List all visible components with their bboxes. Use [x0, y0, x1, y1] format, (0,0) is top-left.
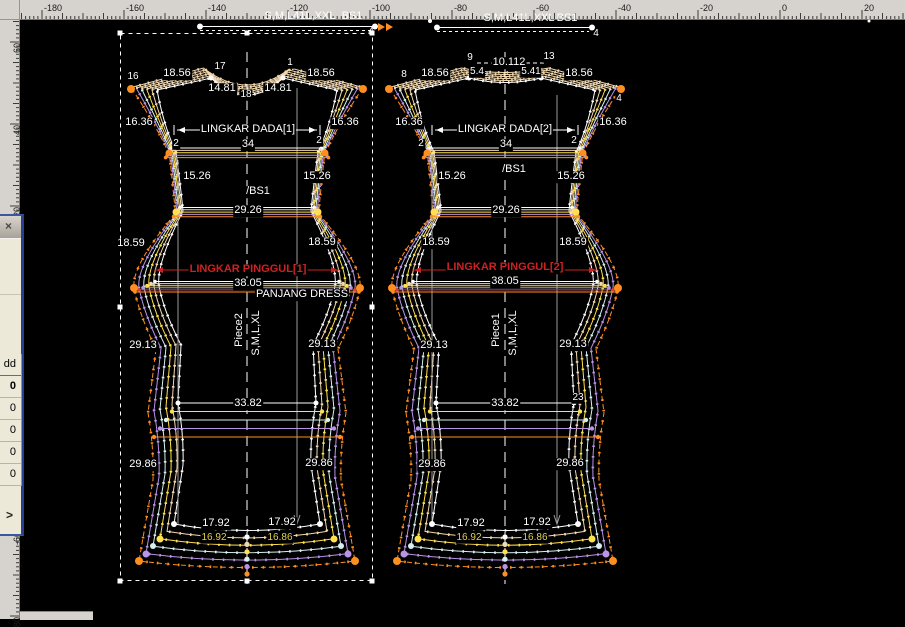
- selection-handle[interactable]: [118, 31, 123, 36]
- side-panel-titlebar[interactable]: ×: [0, 216, 21, 239]
- panel-value-grid: dd 0 0 0 0 0: [0, 354, 22, 486]
- panel-expander-button[interactable]: >: [6, 508, 13, 522]
- panel-value-cell[interactable]: 0: [0, 464, 21, 486]
- pattern-canvas[interactable]: [0, 0, 905, 619]
- panel-value-cell[interactable]: 0: [0, 442, 21, 464]
- selection-handle[interactable]: [245, 579, 250, 584]
- panel-value-cell[interactable]: 0: [0, 420, 21, 442]
- piece-back-pattern[interactable]: [385, 25, 625, 585]
- panel-value-cell[interactable]: 0: [0, 398, 21, 420]
- panel-column-header: dd: [0, 354, 21, 376]
- selection-handle[interactable]: [118, 579, 123, 584]
- piece-front-pattern[interactable]: [118, 23, 394, 584]
- close-icon[interactable]: ×: [5, 219, 12, 233]
- selection-handle[interactable]: [245, 31, 250, 36]
- selection-handle[interactable]: [370, 579, 375, 584]
- selection-handle[interactable]: [370, 31, 375, 36]
- selection-handle[interactable]: [370, 305, 375, 310]
- side-panel[interactable]: × dd 0 0 0 0 0 >: [0, 214, 24, 536]
- panel-value-cell[interactable]: 0: [0, 376, 21, 398]
- selection-handle[interactable]: [118, 305, 123, 310]
- panel-separator: [0, 294, 21, 295]
